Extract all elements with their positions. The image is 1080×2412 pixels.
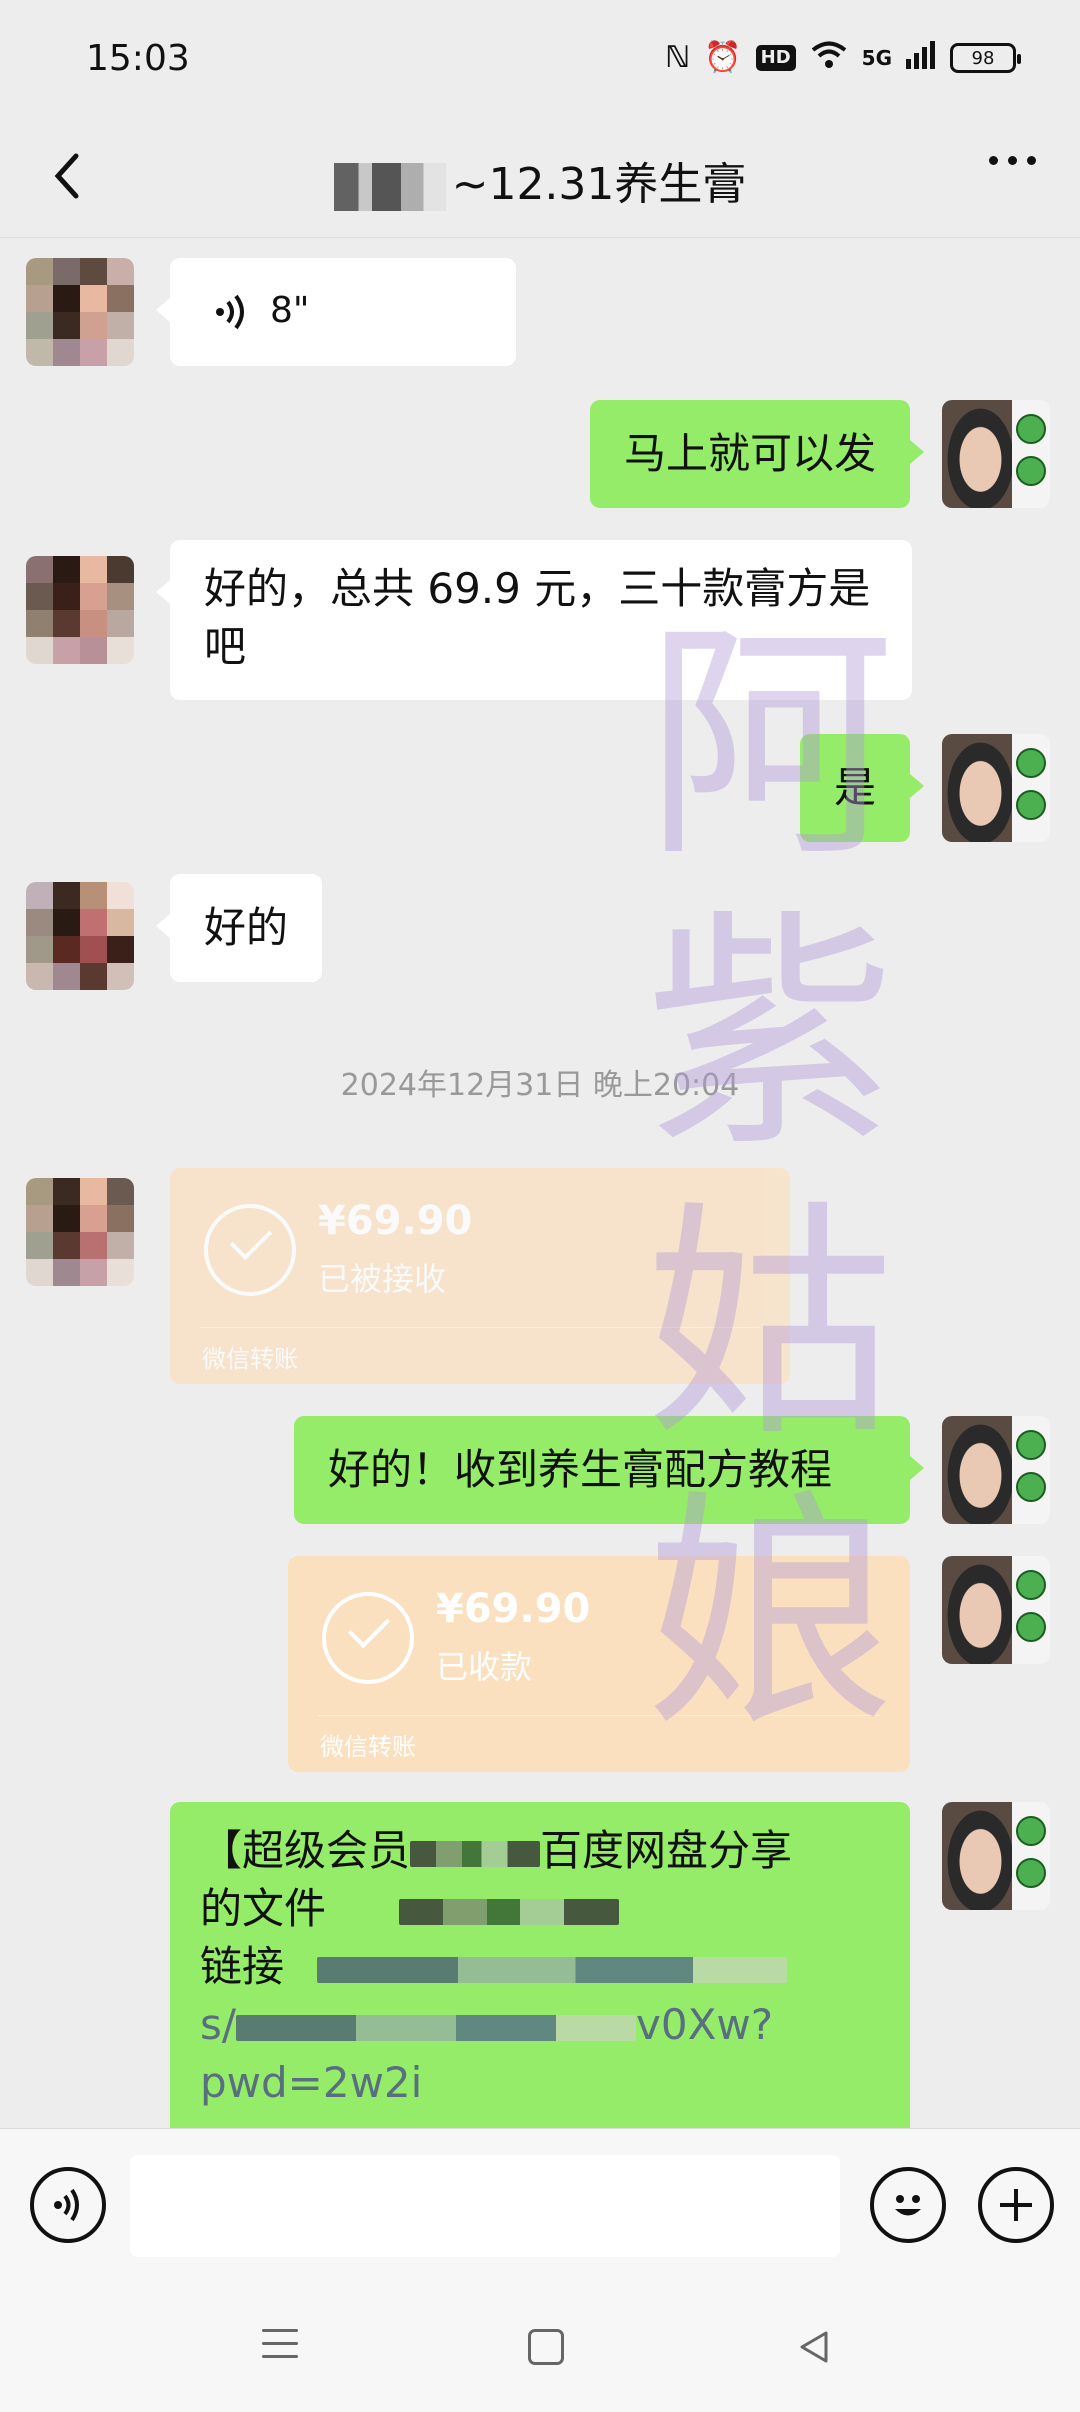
my-avatar[interactable] <box>942 1416 1050 1524</box>
redacted-text <box>410 1840 541 1867</box>
wifi-icon <box>810 40 848 76</box>
sent-message[interactable]: 马上就可以发 <box>589 400 925 508</box>
transfer-card-incoming[interactable]: ¥69.90 已被接收 微信转账 <box>170 1168 790 1384</box>
voice-icon <box>216 294 244 330</box>
redacted-text <box>236 2014 637 2041</box>
home-icon[interactable] <box>528 2329 564 2365</box>
redacted-text <box>399 1898 620 1925</box>
battery-icon: 98 <box>950 43 1021 73</box>
emoji-icon <box>895 2195 921 2216</box>
status-icons: ℕ ⏰ HD 5G 98 <box>665 40 1021 76</box>
transfer-status: 已被接收 <box>318 1260 447 1298</box>
status-bar: 15:03 ℕ ⏰ HD 5G 98 <box>0 0 1080 118</box>
chat-title: ~12.31养生膏 <box>0 148 1080 212</box>
my-avatar[interactable] <box>942 1802 1050 1910</box>
checkmark-icon <box>322 1592 414 1684</box>
contact-avatar[interactable] <box>26 258 134 366</box>
transfer-card-received[interactable]: ¥69.90 已收款 微信转账 <box>288 1556 910 1772</box>
voice-icon <box>54 2188 79 2222</box>
received-message[interactable]: 好的 <box>155 874 323 982</box>
chat-area[interactable]: 8" 马上就可以发 好的，总共 69.9 元，三十款膏方是吧 是 好的 2024… <box>0 240 1080 2128</box>
back-nav-icon[interactable] <box>794 2327 834 2367</box>
sent-message[interactable]: 是 <box>799 734 925 842</box>
message-input[interactable] <box>130 2155 840 2257</box>
input-bar <box>0 2128 1080 2283</box>
voice-duration: 8" <box>270 290 310 331</box>
share-password[interactable]: pwd=2w2i <box>200 2054 880 2112</box>
plus-icon <box>1000 2189 1032 2221</box>
received-message[interactable]: 好的，总共 69.9 元，三十款膏方是吧 <box>156 540 912 700</box>
my-avatar[interactable] <box>942 734 1050 842</box>
contact-avatar[interactable] <box>26 1178 134 1286</box>
contact-avatar[interactable] <box>26 882 134 990</box>
hd-icon: HD <box>755 45 796 71</box>
message-timestamp: 2024年12月31日 晚上20:04 <box>340 1068 740 1103</box>
signal-icon <box>906 41 936 75</box>
voice-message[interactable]: 8" <box>156 258 516 366</box>
more-button[interactable] <box>989 156 1036 165</box>
more-icon <box>989 156 998 165</box>
share-link-message[interactable]: 【超级会员 百度网盘分享 的文件 链接 s/v0Xw? pwd=2w2i <box>170 1802 910 2128</box>
transfer-status: 已收款 <box>436 1648 533 1686</box>
voice-input-button[interactable] <box>30 2167 106 2243</box>
more-functions-button[interactable] <box>978 2167 1054 2243</box>
transfer-label: 微信转账 <box>320 1733 416 1761</box>
share-line-1: 【超级会员 百度网盘分享 <box>200 1826 793 1875</box>
checkmark-icon <box>204 1204 296 1296</box>
transfer-amount: ¥69.90 <box>436 1586 591 1632</box>
share-line-3: 链接 <box>200 1938 880 1996</box>
nfc-icon: ℕ <box>665 40 691 75</box>
sent-message[interactable]: 好的！收到养生膏配方教程 <box>294 1416 924 1524</box>
my-avatar[interactable] <box>942 1556 1050 1664</box>
emoji-button[interactable] <box>870 2167 946 2243</box>
redacted-text <box>317 1956 788 1983</box>
share-line-2: 的文件 <box>200 1880 880 1938</box>
transfer-amount: ¥69.90 <box>318 1198 473 1244</box>
menu-icon[interactable] <box>262 2329 298 2368</box>
contact-avatar[interactable] <box>26 556 134 664</box>
redacted-name <box>333 163 446 211</box>
alarm-icon: ⏰ <box>704 40 742 75</box>
transfer-label: 微信转账 <box>202 1345 298 1373</box>
share-url[interactable]: s/v0Xw? <box>200 1996 880 2054</box>
system-navigation <box>0 2283 1080 2412</box>
status-time: 15:03 <box>86 38 190 79</box>
my-avatar[interactable] <box>942 400 1050 508</box>
chat-title-text: ~12.31养生膏 <box>451 159 747 210</box>
network-label: 5G <box>861 46 892 70</box>
chat-header: ~12.31养生膏 <box>0 118 1080 238</box>
